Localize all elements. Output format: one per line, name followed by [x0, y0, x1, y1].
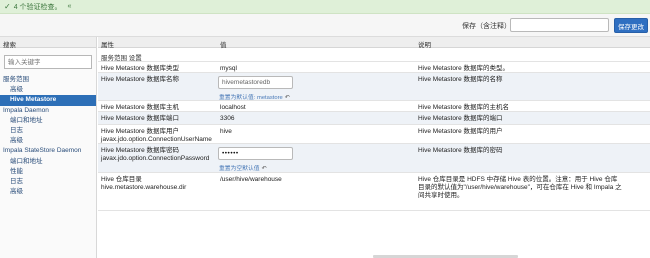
check-icon: ✓	[4, 2, 11, 11]
property-name: Hive Metastore 数据库类型	[101, 65, 180, 72]
property-name: Hive Metastore 数据库名称	[101, 76, 180, 83]
validation-notice-text: 4 个验证检查。	[13, 3, 62, 11]
property-key: javax.jdo.option.ConnectionUserName	[101, 136, 212, 143]
table-row: Hive Metastore 数据库密码 javax.jdo.option.Co…	[98, 144, 650, 173]
table-header: 属性 值 说明	[98, 37, 650, 49]
property-description: Hive Metastore 数据库的主机名	[418, 104, 510, 111]
sidebar-item-logs[interactable]: 日志	[0, 177, 96, 187]
property-description: Hive 仓库目录是 HDFS 中存储 Hive 表的位置。注意：用于 Hive…	[418, 176, 622, 199]
property-label: Hive Metastore 数据库密码	[101, 147, 180, 154]
sidebar-group-impala-daemon[interactable]: Impala Daemon	[0, 106, 96, 116]
sidebar-item-advanced[interactable]: 高级	[0, 187, 96, 197]
sidebar-group-service-scope[interactable]: 服务范围	[0, 75, 96, 85]
property-description: Hive Metastore 数据库的密码	[418, 147, 503, 154]
table-row: Hive Metastore 数据库用户 javax.jdo.option.Co…	[98, 125, 650, 144]
reset-empty-default-link[interactable]: 重置为空默认值 ↶	[219, 163, 267, 172]
save-comment-label: 保存（含注释）	[462, 23, 511, 30]
property-label: Hive 仓库目录	[101, 176, 142, 183]
save-bar: 保存（含注释） 保存更改	[0, 14, 650, 37]
table-row: Hive 仓库目录 hive.metastore.warehouse.dir /…	[98, 173, 650, 211]
property-value[interactable]: localhost	[220, 104, 246, 112]
validation-notice: ✓ 4 个验证检查。 «	[0, 0, 650, 14]
sidebar-nav: 服务范围 高级 Hive Metastore Impala Daemon 端口和…	[0, 75, 96, 197]
sidebar-header: 搜索	[0, 37, 96, 49]
sidebar-item-ports-addresses[interactable]: 端口和地址	[0, 116, 96, 126]
search-input[interactable]	[4, 55, 92, 69]
sidebar-group-impala-statestore[interactable]: Impala StateStore Daemon	[0, 146, 96, 156]
property-name: Hive Metastore 数据库主机	[101, 104, 180, 111]
property-key: javax.jdo.option.ConnectionPassword	[101, 155, 210, 162]
property-description: Hive Metastore 数据库的用户	[418, 128, 503, 135]
sidebar: 搜索 服务范围 高级 Hive Metastore Impala Daemon …	[0, 37, 97, 258]
sidebar-item-advanced[interactable]: 高级	[0, 136, 96, 146]
database-name-input[interactable]	[218, 76, 293, 89]
property-name: Hive Metastore 数据库端口	[101, 115, 180, 122]
section-title-text: 服务范围 设置	[101, 55, 142, 62]
save-changes-button[interactable]: 保存更改	[614, 18, 648, 33]
reset-default-link[interactable]: 重置为默认值: metastore ↶	[219, 92, 290, 101]
property-value[interactable]: /user/hive/warehouse	[220, 176, 282, 184]
property-key: hive.metastore.warehouse.dir	[101, 184, 187, 191]
property-name: Hive Metastore 数据库密码 javax.jdo.option.Co…	[101, 147, 213, 163]
table-row: Hive Metastore 数据库名称 重置为默认值: metastore↶ …	[98, 73, 650, 101]
property-value[interactable]: 3306	[220, 115, 234, 123]
property-label: Hive Metastore 数据库用户	[101, 128, 180, 135]
property-value[interactable]: mysql	[220, 65, 237, 73]
sidebar-item-performance[interactable]: 性能	[0, 167, 96, 177]
save-comment-input[interactable]	[510, 18, 609, 32]
section-title: 服务范围 设置	[98, 48, 650, 62]
property-description: Hive Metastore 数据库的端口	[418, 115, 503, 122]
property-value[interactable]: hive	[220, 128, 232, 136]
collapse-icon[interactable]: «	[68, 3, 72, 10]
reset-empty-default-text: 重置为空默认值	[219, 166, 260, 172]
table-row: Hive Metastore 数据库类型 mysql Hive Metastor…	[98, 62, 650, 73]
sidebar-item-logs[interactable]: 日志	[0, 126, 96, 136]
property-name: Hive 仓库目录 hive.metastore.warehouse.dir	[101, 176, 213, 192]
sidebar-item-hive-metastore[interactable]: Hive Metastore	[0, 95, 96, 106]
table-row: Hive Metastore 数据库主机 localhost Hive Meta…	[98, 101, 650, 112]
sidebar-item-ports-addresses[interactable]: 端口和地址	[0, 157, 96, 167]
config-table: 属性 值 说明 服务范围 设置 Hive Metastore 数据库类型 mys…	[98, 37, 650, 211]
property-description: Hive Metastore 数据库的类型。	[418, 65, 510, 72]
property-name: Hive Metastore 数据库用户 javax.jdo.option.Co…	[101, 128, 213, 144]
table-row: Hive Metastore 数据库端口 3306 Hive Metastore…	[98, 112, 650, 125]
property-description: Hive Metastore 数据库的名称	[418, 76, 503, 83]
undo-icon: ↶	[261, 166, 267, 172]
sidebar-item-advanced[interactable]: 高级	[0, 85, 96, 95]
password-input[interactable]	[218, 147, 293, 160]
